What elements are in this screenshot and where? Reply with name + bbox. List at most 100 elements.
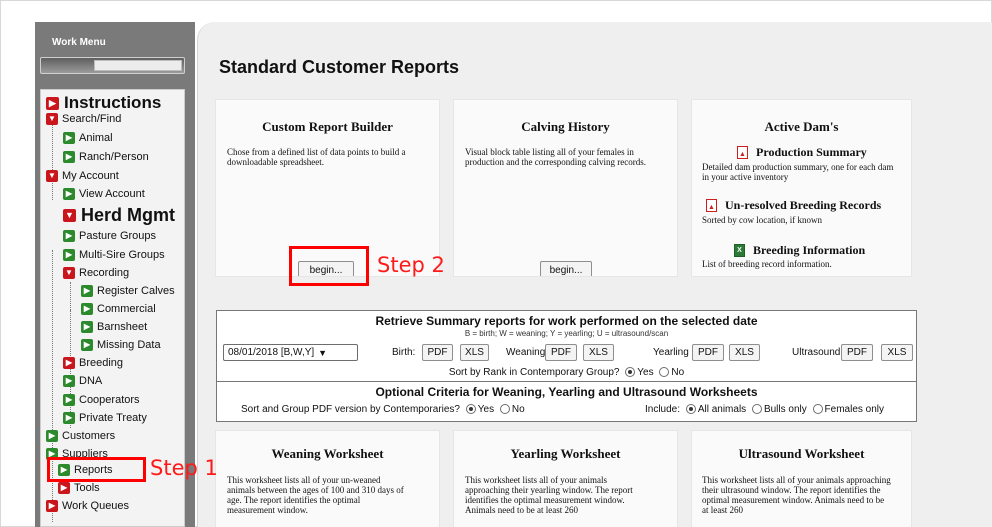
chevron-down-icon: ▼	[318, 347, 328, 358]
item-icon: ▶	[63, 151, 75, 163]
expand-icon: ▶	[46, 500, 58, 512]
sort-group-yes-radio[interactable]	[465, 404, 476, 415]
link-description: Detailed dam production summary, one for…	[702, 162, 894, 182]
sidebar-item-multi-sire-groups[interactable]: ▶ Multi-Sire Groups	[63, 249, 165, 261]
yearling-xls-button[interactable]: XLS	[729, 344, 760, 361]
sidebar-item-customers[interactable]: ▶ Customers	[46, 430, 115, 442]
card-title: Active Dam's	[764, 119, 839, 134]
sidebar-item-private-treaty[interactable]: ▶ Private Treaty	[63, 412, 147, 424]
sidebar-item-recording[interactable]: ▼ Recording	[63, 267, 129, 279]
sidebar-item-register-calves[interactable]: ▶ Register Calves	[81, 285, 175, 297]
sidebar-item-search-find[interactable]: ▼ Search/Find	[46, 113, 121, 125]
calving-history-card: Calving History Visual block table listi…	[453, 99, 678, 277]
sidebar-item-animal[interactable]: ▶ Animal	[63, 132, 113, 144]
expand-icon: ▼	[46, 170, 58, 182]
item-icon: ▶	[81, 339, 93, 351]
ultrasound-pdf-button[interactable]: PDF	[841, 344, 873, 361]
sidebar-item-ranch-person[interactable]: ▶ Ranch/Person	[63, 151, 149, 163]
card-description: This worksheet lists all of your animals…	[702, 475, 891, 515]
active-dams-card: Active Dam's ▲ Production Summary Detaile…	[691, 99, 912, 277]
card-title: Weaning Worksheet	[271, 446, 384, 461]
expand-icon: ▼	[63, 209, 76, 222]
expand-icon: ▼	[46, 113, 58, 125]
card-description: This worksheet lists all of your un-wean…	[227, 475, 404, 515]
step2-label: Step 2	[377, 253, 445, 277]
item-icon: ▶	[63, 132, 75, 144]
expand-icon: ▼	[63, 267, 75, 279]
link-description: List of breeding record information.	[702, 259, 832, 269]
summary-divider	[217, 381, 916, 382]
weaning-label: Weaning	[506, 347, 546, 358]
sort-rank-no-radio[interactable]	[659, 367, 670, 378]
step1-label: Step 1	[150, 456, 218, 480]
work-menu-search-field[interactable]	[94, 60, 182, 71]
sidebar-item-breeding[interactable]: ▶ Breeding	[63, 357, 123, 369]
card-title: Calving History	[521, 119, 610, 134]
include-females-radio[interactable]	[812, 404, 823, 415]
weaning-xls-button[interactable]: XLS	[583, 344, 614, 361]
production-summary-link[interactable]: ▲ Production Summary	[737, 145, 867, 160]
step1-highlight-box	[47, 457, 146, 482]
sidebar-item-commercial[interactable]: ▶ Commercial	[81, 303, 156, 315]
item-icon: ▶	[81, 285, 93, 297]
yearling-label: Yearling	[653, 347, 689, 358]
item-icon: ▶	[63, 188, 75, 200]
unresolved-breeding-records-link[interactable]: ▲ Un-resolved Breeding Records	[706, 198, 881, 213]
sidebar-item-missing-data[interactable]: ▶ Missing Data	[81, 339, 161, 351]
card-description: Visual block table listing all of your f…	[465, 147, 646, 167]
summary-reports-panel: Retrieve Summary reports for work perfor…	[216, 310, 917, 422]
include-all-radio[interactable]	[685, 404, 696, 415]
card-title: Ultrasound Worksheet	[738, 446, 865, 461]
item-icon: ▶	[63, 412, 75, 424]
ultrasound-label: Ultrasound	[792, 347, 841, 358]
ultrasound-xls-button[interactable]: XLS	[881, 344, 913, 361]
card-description: Chose from a defined list of data points…	[227, 147, 406, 167]
sidebar-item-pasture-groups[interactable]: ▶ Pasture Groups	[63, 230, 156, 242]
item-icon: ▶	[46, 430, 58, 442]
item-icon: ▶	[63, 249, 75, 261]
tree-line	[52, 125, 53, 200]
pdf-icon: ▲	[706, 199, 717, 212]
summary-heading: Retrieve Summary reports for work perfor…	[375, 314, 758, 328]
sidebar-item-view-account[interactable]: ▶ View Account	[63, 188, 145, 200]
sidebar-item-cooperators[interactable]: ▶ Cooperators	[63, 394, 140, 406]
yearling-pdf-button[interactable]: PDF	[692, 344, 724, 361]
card-description: This worksheet lists all of your animals…	[465, 475, 633, 515]
birth-pdf-button[interactable]: PDF	[422, 344, 453, 361]
include-bulls-radio[interactable]	[751, 404, 762, 415]
sort-group-row: Sort and Group PDF version by Contempora…	[241, 404, 525, 415]
calving-history-begin-button[interactable]: begin...	[540, 261, 592, 276]
date-select[interactable]: 08/01/2018 [B,W,Y] ▼	[223, 344, 358, 361]
sort-rank-yes-radio[interactable]	[625, 367, 636, 378]
summary-legend: B = birth; W = weaning; Y = yearling; U …	[464, 329, 669, 338]
include-row: Include: All animals Bulls only Females …	[645, 404, 885, 415]
expand-icon: ▶	[58, 482, 70, 494]
weaning-pdf-button[interactable]: PDF	[545, 344, 577, 361]
optional-criteria-heading: Optional Criteria for Weaning, Yearling …	[375, 385, 758, 399]
breeding-information-link[interactable]: X Breeding Information	[734, 243, 865, 258]
yearling-worksheet-card: Yearling Worksheet This worksheet lists …	[453, 430, 678, 527]
sidebar-item-work-queues[interactable]: ▶ Work Queues	[46, 500, 129, 512]
work-menu-sidebar: Work Menu ▶ Instructions ▼ Search/Find ▶ An…	[35, 22, 195, 527]
birth-label: Birth:	[392, 347, 416, 358]
sidebar-item-instructions[interactable]: ▶ Instructions	[46, 93, 161, 113]
link-description: Sorted by cow location, if known	[702, 215, 822, 225]
birth-xls-button[interactable]: XLS	[460, 344, 489, 361]
card-title: Custom Report Builder	[262, 119, 393, 134]
page-title: Standard Customer Reports	[219, 57, 460, 77]
expand-icon: ▶	[63, 357, 75, 369]
work-menu-title: Work Menu	[52, 37, 106, 48]
sidebar-item-barnsheet[interactable]: ▶ Barnsheet	[81, 321, 147, 333]
sidebar-item-herd-mgmt[interactable]: ▼ Herd Mgmt	[63, 205, 175, 226]
ultrasound-worksheet-card: Ultrasound Worksheet This worksheet list…	[691, 430, 912, 527]
step2-highlight-box	[289, 246, 369, 286]
sidebar-item-my-account[interactable]: ▼ My Account	[46, 170, 119, 182]
sidebar-item-dna[interactable]: ▶ DNA	[63, 375, 102, 387]
sort-group-no-radio[interactable]	[499, 404, 510, 415]
card-title: Yearling Worksheet	[510, 446, 621, 461]
work-menu-search-bar[interactable]	[40, 57, 185, 74]
item-icon: ▶	[81, 321, 93, 333]
sort-rank-row: Sort by Rank in Contemporary Group? Yes …	[448, 367, 685, 378]
item-icon: ▶	[63, 230, 75, 242]
sidebar-item-tools[interactable]: ▶ Tools	[58, 482, 100, 494]
